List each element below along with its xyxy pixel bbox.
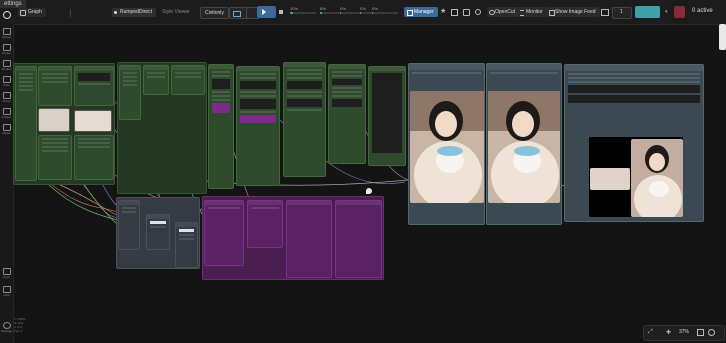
node-group-c[interactable]	[283, 62, 326, 177]
node-reroute-b[interactable]	[146, 214, 170, 250]
node-upscale-b[interactable]	[247, 200, 283, 248]
node-sampler-b[interactable]	[143, 65, 169, 95]
vertical-scrollbar[interactable]	[719, 24, 726, 50]
generated-image-a	[410, 91, 484, 203]
node-group-a[interactable]	[208, 64, 234, 189]
node-group-b[interactable]	[236, 66, 280, 186]
minimap-icon[interactable]	[697, 329, 704, 336]
compare-image-small	[590, 168, 630, 190]
node-loader-settings[interactable]	[38, 135, 72, 180]
node-group-e[interactable]	[368, 66, 406, 166]
node-checkpoint-loader[interactable]	[15, 66, 37, 181]
node-upscale-a[interactable]	[204, 200, 244, 266]
preview-thumbnail-a	[38, 108, 70, 132]
node-upscale-d[interactable]	[335, 200, 382, 278]
zoom-level[interactable]: 37%	[679, 329, 689, 335]
fit-view-icon[interactable]: ✚	[666, 329, 671, 336]
node-upscale-c[interactable]	[286, 200, 332, 278]
node-group-d[interactable]	[328, 64, 366, 164]
node-reroute-c[interactable]	[175, 222, 198, 268]
preview-thumbnail-b	[74, 110, 112, 132]
node-reroute-a[interactable]	[118, 200, 140, 250]
node-lora-loader[interactable]	[38, 66, 72, 106]
node-loader-output[interactable]	[74, 135, 114, 180]
mouse-cursor-icon	[366, 188, 372, 194]
select-mode-icon[interactable]: ⤢	[648, 329, 653, 336]
link-visibility-icon[interactable]	[708, 329, 715, 336]
node-sampler-c[interactable]	[171, 65, 205, 95]
generated-image-b	[488, 91, 560, 203]
compare-image-large	[631, 139, 683, 217]
node-sampler-a[interactable]	[119, 65, 141, 120]
node-clip-encode[interactable]	[74, 66, 114, 106]
